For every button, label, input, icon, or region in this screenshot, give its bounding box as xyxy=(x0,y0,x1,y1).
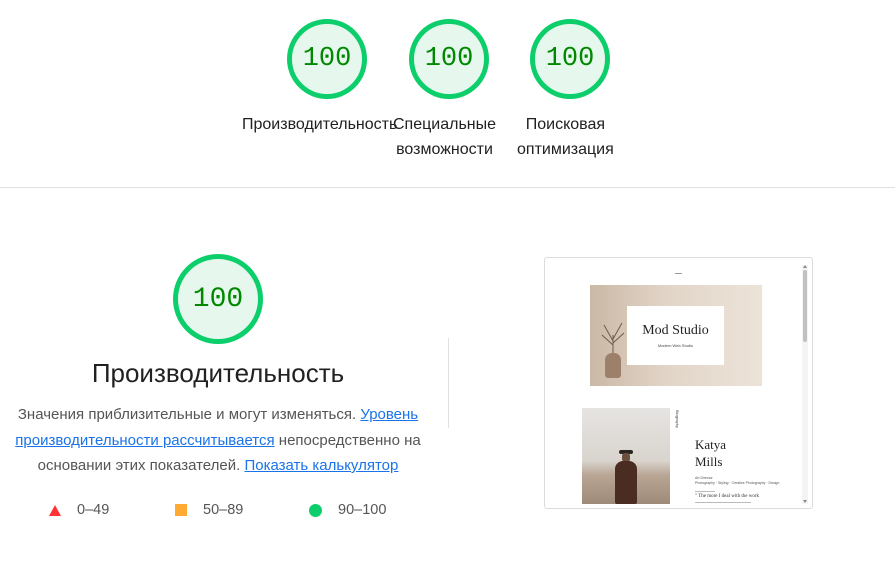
seo-label-line2: оптимизация xyxy=(517,141,614,158)
accessibility-gauge-label[interactable]: Специальные возможности xyxy=(393,112,496,162)
preview-hero-title: Mod Studio xyxy=(642,323,709,338)
vertical-divider xyxy=(448,338,449,428)
preview-meta-1: Art Director xyxy=(695,476,713,480)
preview-meta-2: Photography · Styling · Creative Photogr… xyxy=(695,481,780,485)
preview-side-label: Biography xyxy=(675,410,680,429)
triangle-icon xyxy=(49,504,61,516)
category-description: Значения приблизительные и могут изменят… xyxy=(6,402,430,479)
legend-fail: 0–49 xyxy=(49,502,109,518)
seo-score-gauge[interactable]: 100 xyxy=(530,19,610,99)
description-text-1: Значения приблизительные и могут изменят… xyxy=(17,406,361,423)
preview-hero-card: Mod Studio Modern Web Studio xyxy=(627,306,724,365)
legend-fail-range: 0–49 xyxy=(77,502,110,518)
preview-nav-mark xyxy=(675,273,682,274)
accessibility-label-line1: Специальные xyxy=(393,116,497,133)
accessibility-score-value: 100 xyxy=(424,44,474,74)
body-shape xyxy=(615,461,637,504)
seo-score-value: 100 xyxy=(545,44,595,74)
accessibility-score-gauge[interactable]: 100 xyxy=(409,19,489,99)
preview-hero-subtitle: Modern Web Studio xyxy=(657,343,694,348)
preview-rule xyxy=(695,491,715,492)
preview-name-line1: Katya xyxy=(695,437,727,452)
seo-gauge-label[interactable]: Поисковая оптимизация xyxy=(517,112,614,162)
legend-average-range: 50–89 xyxy=(203,502,244,518)
performance-score-gauge[interactable]: 100 xyxy=(287,19,367,99)
preview-scrollbar-thumb[interactable] xyxy=(803,270,807,342)
scroll-up-icon[interactable] xyxy=(803,265,807,268)
preview-hero-image: Mod Studio Modern Web Studio xyxy=(590,285,762,386)
seo-label-line1: Поисковая xyxy=(525,116,606,133)
legend-pass: 90–100 xyxy=(309,502,386,518)
legend-average: 50–89 xyxy=(175,502,243,518)
square-icon xyxy=(175,504,187,516)
performance-label-line1: Производительность xyxy=(242,116,398,133)
performance-gauge-label[interactable]: Производительность xyxy=(242,112,397,137)
circle-icon xyxy=(309,503,322,517)
preview-quote: " The more I deal with the work xyxy=(695,494,760,499)
legend-pass-range: 90–100 xyxy=(338,502,387,518)
vase-icon xyxy=(605,353,621,378)
preview-portrait-photo xyxy=(582,408,670,504)
section-divider xyxy=(0,187,895,188)
performance-score-value: 100 xyxy=(302,44,352,74)
preview-name-line2: Mills xyxy=(695,454,723,469)
category-score-value: 100 xyxy=(192,283,244,315)
branch-icon xyxy=(601,322,625,357)
category-score-gauge: 100 xyxy=(173,254,263,344)
preview-text-line xyxy=(695,502,751,503)
show-calculator-link[interactable]: Показать калькулятор xyxy=(244,457,398,474)
preview-name: Katya Mills xyxy=(695,436,726,470)
accessibility-label-line2: возможности xyxy=(396,141,493,158)
category-title: Производительность xyxy=(91,358,345,388)
final-screenshot-preview[interactable]: Mod Studio Modern Web Studio Biography K… xyxy=(544,257,813,509)
scroll-down-icon[interactable] xyxy=(803,500,807,503)
